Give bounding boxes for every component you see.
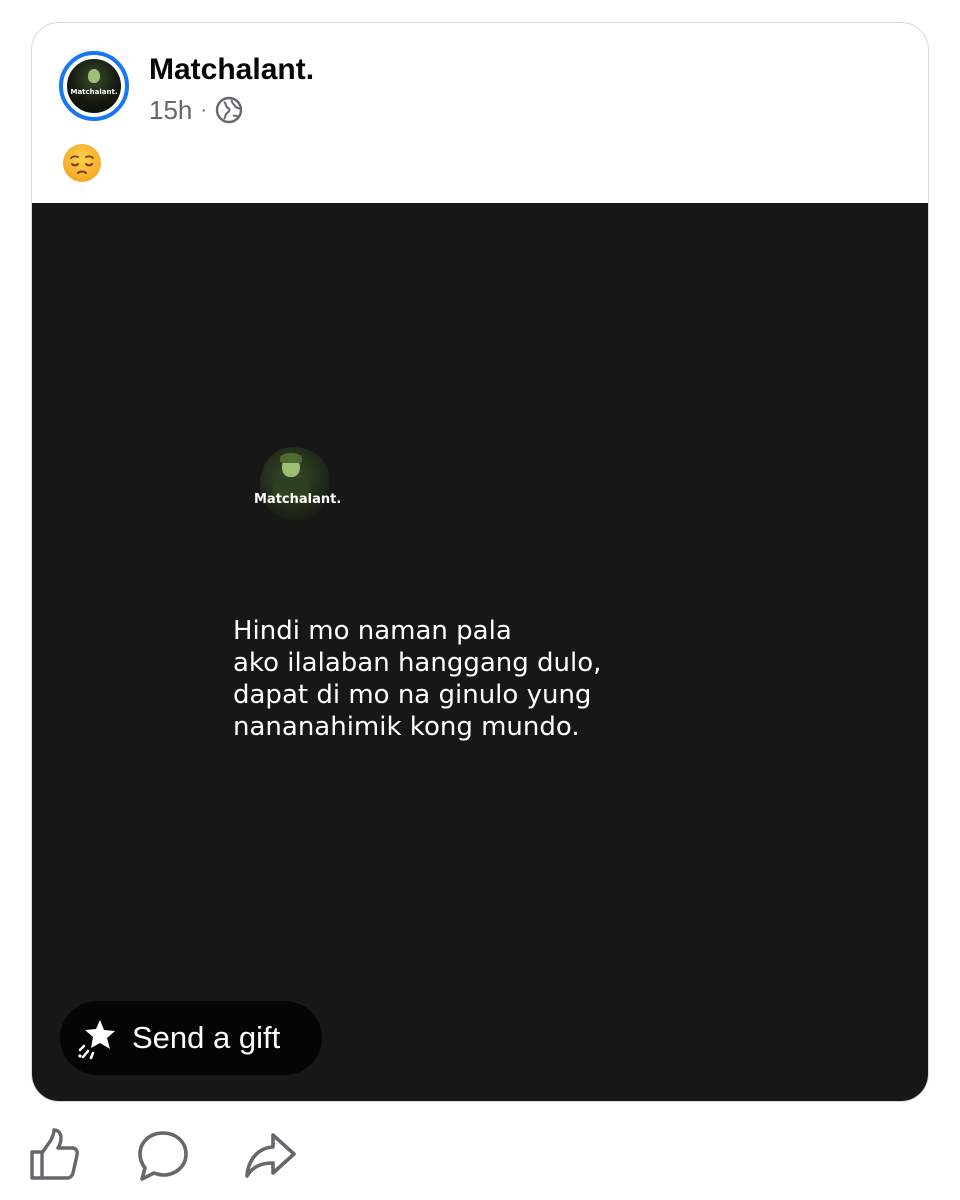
watermark-name: Matchalant. (254, 492, 342, 507)
avatar-image: Matchalant. (67, 59, 121, 113)
quote-line: Hindi mo naman pala (233, 616, 512, 646)
quote-line: ako ilalaban hanggang dulo, (233, 648, 602, 678)
post-meta: 15h · (149, 95, 243, 125)
post-card: Matchalant. Matchalant. 15h · Matchalant… (31, 22, 929, 1102)
watermark-avatar (260, 447, 330, 521)
thumbs-up-icon (30, 1128, 79, 1180)
globe-icon[interactable] (215, 96, 243, 124)
gift-star-icon (78, 1020, 115, 1060)
send-gift-label: Send a gift (132, 1020, 281, 1055)
share-arrow-icon (245, 1133, 296, 1178)
avatar-face (88, 69, 100, 83)
like-button[interactable] (24, 1126, 84, 1186)
post-header: Matchalant. Matchalant. 15h · (32, 23, 928, 203)
comment-button[interactable] (133, 1126, 193, 1186)
post-media[interactable]: Matchalant. Hindi mo naman pala ako ilal… (32, 203, 928, 1101)
avatar-text: Matchalant. (70, 88, 118, 96)
post-actions (0, 1110, 960, 1200)
send-gift-button[interactable]: Send a gift (60, 1001, 322, 1075)
post-time[interactable]: 15h (149, 95, 192, 126)
quote-line: dapat di mo na ginulo yung (233, 680, 592, 710)
meta-separator: · (200, 98, 208, 121)
comment-bubble-icon (138, 1131, 188, 1181)
pensive-face-emoji (63, 144, 101, 182)
quote-text: Hindi mo naman pala ako ilalaban hanggan… (233, 615, 753, 743)
quote-line: nananahimik kong mundo. (233, 712, 580, 742)
author-name[interactable]: Matchalant. (149, 53, 314, 87)
watermark-figure-hair (280, 453, 302, 463)
share-button[interactable] (240, 1126, 300, 1186)
author-avatar[interactable]: Matchalant. (59, 51, 129, 121)
